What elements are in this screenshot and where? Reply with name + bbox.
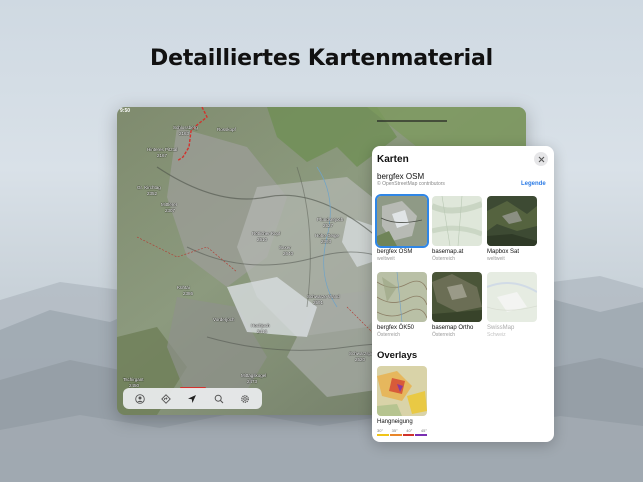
current-map-source: bergfex OSM: [377, 172, 425, 181]
map-label: 2416: [257, 329, 268, 334]
map-thumbnail: [377, 196, 427, 246]
map-label: Rosskopf: [217, 127, 236, 132]
map-label: Hohe Geige: [315, 233, 340, 238]
map-label: 2510: [257, 237, 268, 242]
panel-title: Karten: [377, 154, 409, 165]
routes-button[interactable]: [159, 392, 173, 406]
profile-button[interactable]: [133, 392, 147, 406]
overlays-title: Overlays: [377, 350, 418, 361]
maps-panel: Karten bergfex OSM © OpenStreetMap contr…: [372, 146, 554, 442]
map-tile-name: SwissMap: [487, 325, 515, 331]
map-tile-name: basemap Ortho: [432, 325, 474, 331]
map-label: Schlossberg: [173, 125, 198, 130]
locate-button[interactable]: [185, 392, 199, 406]
map-tile-region: weltweit: [377, 256, 395, 262]
map-label: 2591: [313, 300, 324, 305]
map-label: 2386: [183, 291, 194, 296]
slope-scale-label: 30°: [377, 428, 384, 433]
map-label: Kühtai: [177, 285, 190, 290]
map-label: Hochjoch: [251, 323, 270, 328]
map-thumbnail: [487, 196, 537, 246]
map-label: Gr. Kirchtag: [137, 185, 161, 190]
map-tile-swissmap[interactable]: [487, 272, 537, 322]
map-tile-name: basemap.at: [432, 249, 464, 255]
map-tile-region: weltweit: [487, 256, 505, 262]
gear-icon: [240, 394, 249, 403]
map-label: Pfundserjoch: [317, 217, 344, 222]
map-credit: © OpenStreetMap contributors: [377, 181, 445, 187]
map-label: 2352: [147, 191, 158, 196]
map-tile-name: Mapbox Sat: [487, 249, 520, 255]
map-label: 2520: [355, 357, 366, 362]
map-label: 2163: [179, 131, 190, 136]
legend-link[interactable]: Legende: [521, 181, 546, 187]
map-label: Rötlicher Kopf: [252, 231, 281, 236]
map-label: 2640: [283, 251, 294, 256]
map-label: 2167: [157, 153, 168, 158]
map-label: 2393: [321, 239, 332, 244]
map-tile-bergfex-ok50[interactable]: [377, 272, 427, 322]
map-tile-basemap-ortho[interactable]: [432, 272, 482, 322]
overlay-thumbnail: [377, 366, 427, 416]
slope-color-30: [377, 434, 389, 436]
settings-button[interactable]: [238, 392, 252, 406]
search-icon: [214, 394, 224, 403]
route-icon: [161, 393, 172, 404]
map-thumbnail: [487, 272, 537, 322]
slope-scale-label: 35°: [391, 428, 398, 433]
slope-scale: 30° 35° 40° 45°: [377, 428, 427, 436]
status-time: 9:50: [120, 108, 131, 114]
navigation-arrow-icon: [188, 394, 197, 403]
slope-color-40: [402, 434, 415, 436]
slope-color-45: [415, 434, 427, 436]
map-tile-region: Österreich: [377, 332, 401, 338]
map-tile-region: Österreich: [432, 332, 456, 338]
map-label: Tschirgant: [123, 377, 144, 382]
map-tile-region: Schweiz: [487, 332, 506, 338]
map-tile-basemap-at[interactable]: [432, 196, 482, 246]
map-tile-bergfex-osm[interactable]: [375, 194, 429, 248]
overlay-tile-hangneigung[interactable]: [377, 366, 427, 416]
map-label: Mittlerer: [161, 202, 178, 207]
map-thumbnail: [432, 272, 482, 322]
map-label: Hinteres Pitztal: [147, 147, 178, 152]
map-tile-mapbox-sat[interactable]: [487, 196, 537, 246]
headline: Detailliertes Kartenmaterial: [150, 46, 493, 71]
person-icon: [135, 393, 145, 404]
map-label: Vorderjoch: [213, 317, 235, 322]
close-button[interactable]: [534, 152, 548, 166]
map-label: Mittagskogel: [241, 373, 267, 378]
map-toolbar: [123, 388, 262, 409]
map-tile-name: bergfex OSM: [377, 249, 413, 255]
search-button[interactable]: [212, 392, 226, 406]
map-tile-name: bergfex ÖK50: [377, 325, 415, 331]
close-icon: [538, 156, 544, 162]
map-thumbnail: [432, 196, 482, 246]
slope-scale-label: 40°: [406, 428, 413, 433]
slope-scale-label: 45°: [420, 428, 427, 433]
overlay-name: Hangneigung: [377, 419, 413, 425]
map-tile-region: Österreich: [432, 256, 456, 262]
map-label: Schwarze Wand: [307, 294, 340, 299]
map-label: 2527: [323, 223, 334, 228]
map-thumbnail: [377, 272, 427, 322]
map-label: 2473: [247, 379, 258, 384]
slope-color-35: [389, 434, 402, 436]
map-label: Saxer: [279, 245, 291, 250]
map-label: 2307: [165, 208, 176, 213]
